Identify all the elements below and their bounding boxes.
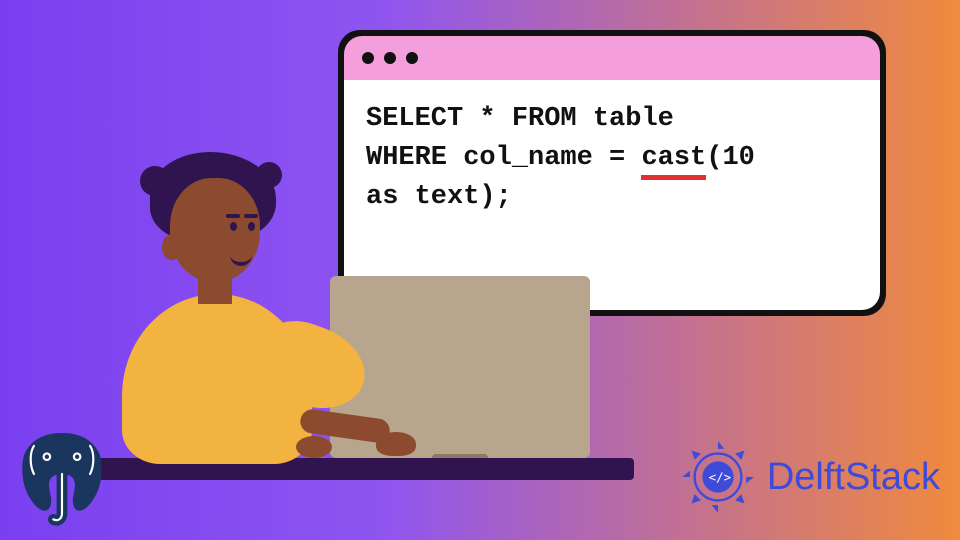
- person-forearm: [216, 434, 306, 456]
- delftstack-wordmark: DelftStack: [767, 456, 940, 499]
- person-hand: [296, 436, 332, 458]
- person-hand-on-mouse: [376, 432, 416, 456]
- svg-text:</>: </>: [708, 470, 731, 485]
- person-head: [170, 178, 260, 282]
- postgresql-logo-icon: [8, 419, 116, 534]
- traffic-light-dot: [362, 52, 374, 64]
- code-keyword-cast: cast: [641, 139, 706, 178]
- person-eyebrow: [244, 214, 258, 218]
- code-window: SELECT * FROM table WHERE col_name = cas…: [338, 30, 886, 316]
- person-eye: [230, 222, 237, 231]
- code-line-1: SELECT * FROM table: [366, 104, 674, 134]
- person-ear: [162, 234, 182, 260]
- code-line-2a: WHERE col_name =: [366, 143, 641, 173]
- person-eye: [248, 222, 255, 231]
- person-eyebrow: [226, 214, 240, 218]
- delftstack-badge-icon: </>: [679, 438, 757, 516]
- code-line-2b: (10: [706, 143, 755, 173]
- traffic-light-dot: [406, 52, 418, 64]
- window-titlebar: [344, 36, 880, 80]
- delftstack-logo: </> DelftStack: [679, 438, 940, 516]
- code-line-3: as text);: [366, 182, 512, 212]
- traffic-light-dot: [384, 52, 396, 64]
- illustration-stage: SELECT * FROM table WHERE col_name = cas…: [0, 0, 960, 540]
